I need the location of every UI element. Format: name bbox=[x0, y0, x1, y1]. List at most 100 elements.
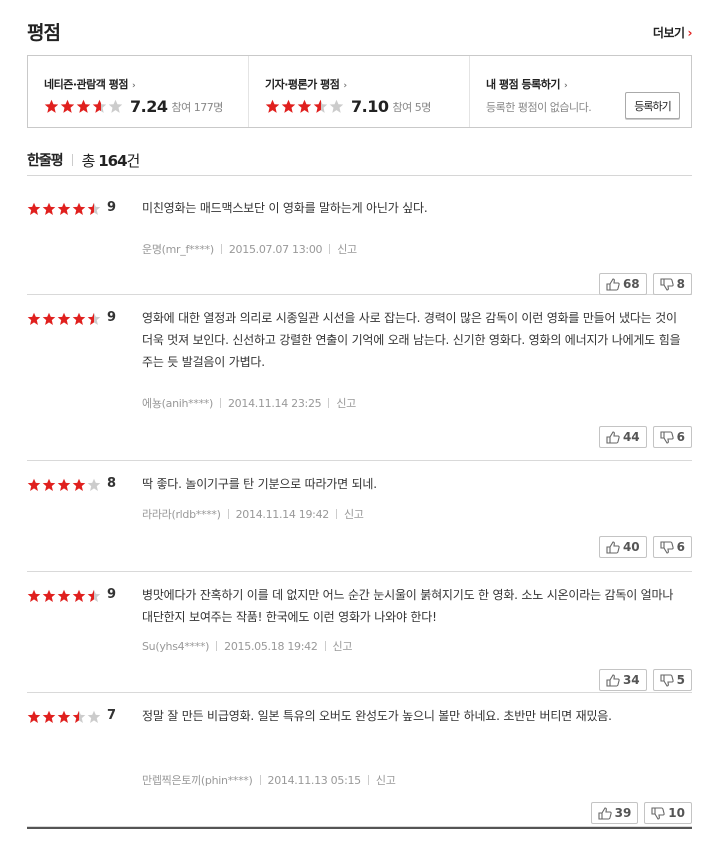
reviews-total: 총 164건 bbox=[81, 150, 141, 171]
like-count: 40 bbox=[622, 540, 640, 554]
star-icon bbox=[60, 99, 75, 113]
review-user[interactable]: 에뇽(anih****) bbox=[142, 395, 213, 411]
star-icon bbox=[42, 589, 56, 602]
my-rating-link[interactable]: 내 평점 등록하기 › bbox=[486, 76, 691, 92]
star-icon bbox=[72, 202, 86, 215]
vote-buttons: 34 5 bbox=[598, 669, 692, 691]
review-item: 9 영화에 대한 열정과 의리로 시종일관 시선을 사로 잡는다. 경력이 많은… bbox=[27, 295, 692, 461]
dislike-button[interactable]: 5 bbox=[652, 669, 692, 691]
review-meta: 라라라(rldb****) 2014.11.14 19:42 신고 bbox=[142, 506, 364, 522]
report-link[interactable]: 신고 bbox=[336, 395, 356, 411]
star-icon bbox=[42, 312, 56, 325]
thumbs-down-icon bbox=[660, 673, 674, 687]
like-count: 68 bbox=[622, 277, 640, 291]
star-icon bbox=[329, 99, 344, 113]
dislike-count: 6 bbox=[676, 540, 685, 554]
review-score: 7 bbox=[107, 708, 117, 723]
dislike-count: 6 bbox=[676, 430, 685, 444]
review-meta: Su(yhs4****) 2015.05.18 19:42 신고 bbox=[142, 638, 352, 654]
review-item: 7 정말 잘 만든 비급영화. 일본 특유의 오버도 완성도가 높으니 볼만 하… bbox=[27, 693, 692, 827]
star-icon bbox=[72, 312, 86, 325]
divider bbox=[259, 775, 261, 785]
review-date: 2015.05.18 19:42 bbox=[224, 639, 318, 653]
dislike-button[interactable]: 8 bbox=[652, 273, 692, 295]
dislike-button[interactable]: 6 bbox=[652, 426, 692, 448]
star-icon bbox=[27, 589, 41, 602]
star-icon bbox=[72, 478, 86, 491]
list-bottom-divider bbox=[27, 827, 692, 829]
thumbs-down-icon bbox=[660, 277, 674, 291]
vote-buttons: 40 6 bbox=[598, 536, 692, 558]
star-icon bbox=[27, 202, 41, 215]
star-icon bbox=[76, 99, 91, 113]
rating-header: 평점 더보기 › bbox=[27, 18, 693, 48]
critic-rating-link[interactable]: 기자·평론가 평점 › bbox=[265, 76, 469, 92]
star-icon bbox=[92, 99, 107, 113]
like-button[interactable]: 34 bbox=[598, 669, 647, 691]
like-button[interactable]: 44 bbox=[598, 426, 647, 448]
my-rating: 내 평점 등록하기 › 등록한 평점이 없습니다. 등록하기 bbox=[470, 56, 691, 127]
thumbs-up-icon bbox=[606, 430, 620, 444]
review-user[interactable]: 운명(mr_f****) bbox=[142, 241, 214, 257]
review-user[interactable]: Su(yhs4****) bbox=[142, 640, 209, 653]
critic-rating-label: 기자·평론가 평점 bbox=[265, 78, 340, 91]
divider bbox=[227, 509, 229, 519]
review-date: 2015.07.07 13:00 bbox=[228, 242, 323, 256]
netizen-count: 참여 177명 bbox=[171, 100, 223, 114]
chevron-right-icon: › bbox=[687, 26, 693, 40]
netizen-rating-link[interactable]: 네티즌·관람객 평점 › bbox=[44, 76, 248, 92]
like-button[interactable]: 40 bbox=[598, 536, 647, 558]
review-meta: 에뇽(anih****) 2014.11.14 23:25 신고 bbox=[142, 395, 356, 411]
dislike-count: 10 bbox=[668, 806, 685, 820]
like-button[interactable]: 68 bbox=[598, 273, 647, 295]
divider bbox=[367, 775, 369, 785]
netizen-stars bbox=[44, 99, 124, 114]
star-icon bbox=[27, 710, 41, 723]
thumbs-down-icon bbox=[660, 540, 674, 554]
critic-rating: 기자·평론가 평점 › 7.10 참여 5명 bbox=[249, 56, 470, 127]
netizen-score: 7.24 bbox=[130, 97, 168, 116]
divider bbox=[216, 641, 218, 651]
reviews-total-count: 164 bbox=[98, 151, 127, 170]
star-icon bbox=[72, 589, 86, 602]
star-icon bbox=[87, 710, 101, 723]
reviews-section-title: 한줄평 bbox=[27, 153, 64, 169]
review-user[interactable]: 라라라(rldb****) bbox=[142, 506, 221, 522]
like-button[interactable]: 39 bbox=[590, 802, 639, 824]
review-text: 정말 잘 만든 비급영화. 일본 특유의 오버도 완성도가 높으니 볼만 하네요… bbox=[142, 709, 612, 723]
dislike-button[interactable]: 10 bbox=[644, 802, 692, 824]
reviews-total-prefix: 총 bbox=[81, 151, 99, 170]
review-item: 9 병맛에다가 잔혹하기 이를 데 없지만 어느 순간 눈시울이 붉혀지기도 한… bbox=[27, 572, 692, 693]
chevron-right-icon: › bbox=[564, 81, 568, 91]
star-icon bbox=[87, 478, 101, 491]
report-link[interactable]: 신고 bbox=[344, 506, 364, 522]
report-link[interactable]: 신고 bbox=[337, 241, 357, 257]
vote-buttons: 44 6 bbox=[598, 426, 692, 448]
divider bbox=[219, 398, 221, 408]
review-user[interactable]: 만렙찍은토끼(phin****) bbox=[142, 772, 253, 788]
review-meta: 운명(mr_f****) 2015.07.07 13:00 신고 bbox=[142, 241, 357, 257]
report-link[interactable]: 신고 bbox=[376, 772, 396, 788]
dislike-button[interactable]: 6 bbox=[652, 536, 692, 558]
divider bbox=[220, 244, 222, 254]
register-rating-button[interactable]: 등록하기 bbox=[625, 92, 680, 119]
star-icon bbox=[27, 312, 41, 325]
report-link[interactable]: 신고 bbox=[333, 638, 353, 654]
star-icon bbox=[42, 202, 56, 215]
review-text: 병맛에다가 잔혹하기 이를 데 없지만 어느 순간 눈시울이 붉혀지기도 한 영… bbox=[142, 588, 674, 624]
review-text: 영화에 대한 열정과 의리로 시종일관 시선을 사로 잡는다. 경력이 많은 감… bbox=[142, 311, 681, 369]
star-icon bbox=[297, 99, 312, 113]
more-link[interactable]: 더보기 › bbox=[653, 24, 693, 41]
thumbs-up-icon bbox=[606, 277, 620, 291]
reviews-section-header: 한줄평 총 164건 bbox=[27, 145, 692, 176]
review-text: 딱 좋다. 놀이기구를 탄 기분으로 따라가면 되네. bbox=[142, 477, 377, 491]
thumbs-up-icon bbox=[598, 806, 612, 820]
review-score: 8 bbox=[107, 476, 117, 491]
star-icon bbox=[313, 99, 328, 113]
review-date: 2014.11.14 19:42 bbox=[235, 507, 330, 521]
star-icon bbox=[57, 710, 71, 723]
netizen-rating: 네티즌·관람객 평점 › 7.24 참여 177명 bbox=[28, 56, 249, 127]
divider bbox=[335, 509, 337, 519]
star-icon bbox=[42, 710, 56, 723]
chevron-right-icon: › bbox=[343, 81, 347, 91]
